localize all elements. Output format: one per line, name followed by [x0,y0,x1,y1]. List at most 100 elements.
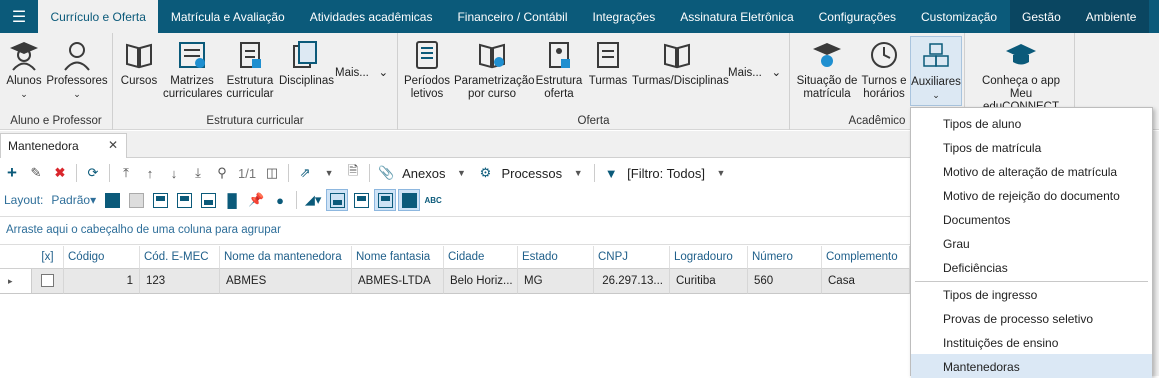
edit-icon[interactable]: ✎ [25,162,47,184]
column-header-fantasia[interactable]: Nome fantasia [352,246,444,269]
view-split-icon[interactable] [350,189,372,211]
tab-integracoes[interactable]: Integrações [580,0,668,33]
processos-button[interactable]: Processos [498,162,565,184]
matrizes-button[interactable]: Matrizes curriculares [163,39,222,101]
export-icon[interactable]: ⇗ [294,162,316,184]
column-header-cidade[interactable]: Cidade [444,246,518,269]
chevron-down-icon[interactable]: ▼ [567,162,589,184]
chevron-down-icon[interactable]: ▼ [710,162,732,184]
menu-item-motivo-alteracao[interactable]: Motivo de alteração de matrícula [911,159,1152,183]
delete-icon[interactable]: ✖ [49,162,71,184]
menu-item-deficiencias[interactable]: Deficiências [911,255,1152,279]
estrutura-curricular-button[interactable]: Estrutura curricular [225,39,275,101]
menu-item-documentos[interactable]: Documentos [911,207,1152,231]
menu-item-mantenedoras[interactable]: Mantenedoras [911,354,1152,378]
subjects-icon [293,41,317,68]
view-bottom-icon[interactable] [326,189,349,211]
previous-record-icon[interactable]: ↑ [139,162,161,184]
divider [594,164,596,182]
pin-icon[interactable]: 📌 [245,189,267,211]
refresh-icon[interactable]: ⟳ [82,162,104,184]
layout-b-icon[interactable] [173,189,195,211]
professores-button[interactable]: Professores ⌄ [46,39,108,101]
filter-icon: ▼ [604,165,618,181]
menu-item-tipos-ingresso[interactable]: Tipos de ingresso [911,282,1152,306]
layout-a-icon[interactable] [149,189,171,211]
auxiliares-button[interactable]: Auxiliares ⌄ [910,36,962,106]
periodos-letivos-button[interactable]: Períodos letivos [404,39,450,101]
first-record-icon[interactable]: ⤒ [115,162,137,184]
parametrizacao-button[interactable]: Parametrização por curso [454,39,535,101]
menu-item-grau[interactable]: Grau [911,231,1152,255]
oferta-more-button[interactable]: Mais... ⌄ [728,65,781,79]
column-header-complemento[interactable]: Complemento [822,246,910,269]
anexos-button[interactable]: Anexos [399,162,448,184]
tab-assinatura-eletronica[interactable]: Assinatura Eletrônica [668,0,806,33]
divider [288,164,290,182]
educonnect-button[interactable]: Conheça o app Meu eduCONNECT [973,39,1069,114]
menu-item-tipos-aluno[interactable]: Tipos de aluno [911,111,1152,135]
paint-icon[interactable]: █ [221,189,243,211]
expand-icon[interactable] [101,189,123,211]
group-by-area[interactable]: Arraste aqui o cabeçalho de uma coluna p… [0,216,910,245]
next-record-icon[interactable]: ↓ [163,162,185,184]
tab-gestao[interactable]: Gestão [1009,0,1074,33]
turmas-disciplinas-button[interactable]: Turmas/Disciplinas [632,39,729,88]
menu-item-tipos-matricula[interactable]: Tipos de matrícula [911,135,1152,159]
search-icon[interactable]: ⚲ [211,162,233,184]
add-icon[interactable]: + [1,162,23,184]
tab-atividades-academicas[interactable]: Atividades acadêmicas [297,0,445,33]
cell-logradouro: Curitiba [670,269,748,294]
tab-configuracoes[interactable]: Configurações [806,0,908,33]
chevron-down-icon[interactable]: ▼ [450,162,472,184]
filter-button[interactable]: [Filtro: Todos] [624,162,708,184]
column-header-codigo[interactable]: Código [64,246,140,269]
collapse-icon[interactable] [125,189,147,211]
menu-item-provas[interactable]: Provas de processo seletivo [911,306,1152,330]
menu-item-instituicoes[interactable]: Instituições de ensino [911,330,1152,354]
chevron-down-icon[interactable]: ▼ [318,162,340,184]
column-header-select[interactable]: [x] [32,246,64,269]
report-icon[interactable]: 🗎 [342,162,364,184]
estrutura-oferta-label: Estrutura oferta [535,75,583,100]
column-header-nome[interactable]: Nome da mantenedora [220,246,352,269]
view-full-icon[interactable] [398,189,421,211]
cursos-label: Cursos [120,75,158,87]
cursos-button[interactable]: Cursos [119,39,159,88]
tab-financeiro-contabil[interactable]: Financeiro / Contábil [445,0,580,33]
view-top-icon[interactable] [374,189,397,211]
layout-select[interactable]: Padrão ▾ [48,189,99,211]
situacao-matricula-button[interactable]: Situação de matrícula [796,39,858,101]
row-checkbox[interactable] [32,269,64,294]
tab-matricula-avaliacao[interactable]: Matrícula e Avaliação [158,0,297,33]
app-menu-icon[interactable]: ☰ [0,0,38,33]
column-header-cnpj[interactable]: CNPJ [594,246,670,269]
column-header-emec[interactable]: Cód. E-MEC [140,246,220,269]
calendar-icon [416,41,438,69]
tab-customizacao[interactable]: Customização [909,0,1010,33]
column-header-numero[interactable]: Número [748,246,822,269]
turmas-button[interactable]: Turmas [588,39,628,88]
color-icon[interactable]: ● [269,189,291,211]
chart-icon[interactable]: ◢▾ [302,189,324,211]
column-header-logradouro[interactable]: Logradouro [670,246,748,269]
columns-icon[interactable]: ◫ [261,162,283,184]
close-icon[interactable]: ✕ [108,138,118,152]
layout-label: Layout: [4,193,44,207]
estrutura-oferta-button[interactable]: Estrutura oferta [534,39,584,101]
alunos-button[interactable]: Alunos ⌄ [4,39,44,101]
turnos-horarios-button[interactable]: Turnos e horários [860,39,908,101]
estrutura-more-button[interactable]: Mais... ⌄ [335,65,388,79]
layout-c-icon[interactable] [197,189,219,211]
last-record-icon[interactable]: ⤓ [187,162,209,184]
menu-item-motivo-rejeicao[interactable]: Motivo de rejeição do documento [911,183,1152,207]
tab-curriculo-oferta[interactable]: Currículo e Oferta [38,0,159,33]
tab-ambiente[interactable]: Ambiente [1073,0,1149,33]
tab-mantenedora[interactable]: Mantenedora ✕ [0,133,127,158]
turnos-label: Turnos e horários [861,75,907,100]
cell-cidade: Belo Horiz... [444,269,518,294]
disciplinas-button[interactable]: Disciplinas [279,39,334,88]
spellcheck-icon[interactable]: ABC [422,189,444,211]
group-hint-text: Arraste aqui o cabeçalho de uma coluna p… [6,224,281,236]
column-header-estado[interactable]: Estado [518,246,594,269]
